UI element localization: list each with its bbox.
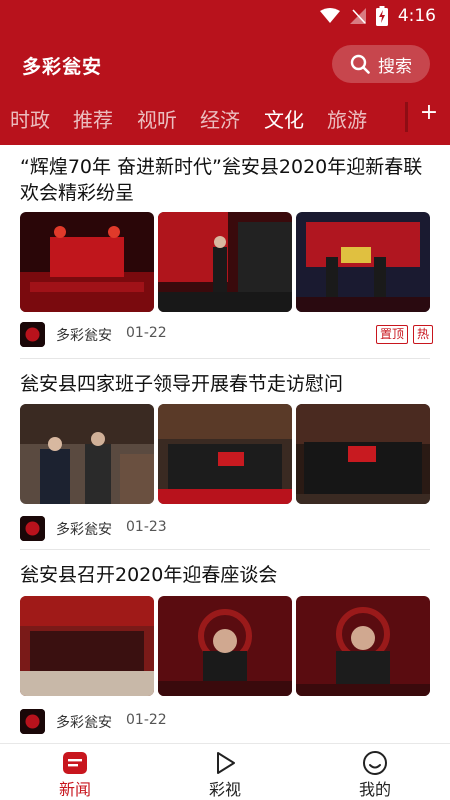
tab-shiting[interactable]: 视听 xyxy=(137,104,177,133)
article-date: 01-22 xyxy=(126,712,167,728)
search-label: 搜索 xyxy=(378,56,412,77)
tab-shizheng[interactable]: 时政 xyxy=(10,104,50,133)
article-meta: 多彩瓮安 01-22 xyxy=(20,709,430,735)
article-image[interactable] xyxy=(158,212,292,312)
article-thumbnails[interactable] xyxy=(20,404,430,504)
tab-jingji[interactable]: 经济 xyxy=(200,104,240,133)
play-icon xyxy=(217,752,235,774)
status-bar: 4:16 xyxy=(0,0,450,32)
tabs-divider xyxy=(405,102,408,132)
app-title: 多彩瓮安 xyxy=(22,56,103,78)
article-source: 多彩瓮安 xyxy=(56,328,112,344)
article-thumbnails[interactable] xyxy=(20,596,430,696)
article-image[interactable] xyxy=(296,212,430,312)
article-title[interactable]: 瓮安县四家班子领导开展春节走访慰问 xyxy=(20,371,432,397)
article-thumbnails[interactable] xyxy=(20,212,430,312)
smiley-icon xyxy=(363,751,387,775)
tab-wenhua[interactable]: 文化 xyxy=(264,104,304,133)
article-source: 多彩瓮安 xyxy=(56,715,112,731)
article-meta: 多彩瓮安 01-22 置顶 热 xyxy=(20,322,434,348)
nav-mine[interactable]: 我的 xyxy=(300,744,450,800)
nav-video-label: 彩视 xyxy=(208,780,241,799)
article-image[interactable] xyxy=(158,404,292,504)
hot-badge: 热 xyxy=(413,325,434,344)
search-icon xyxy=(350,54,370,74)
article-title[interactable]: “辉煌70年 奋进新时代”瓮安县2020年迎新春联欢会精彩纷呈 xyxy=(20,154,432,206)
article-date: 01-23 xyxy=(126,519,167,535)
add-tab-button[interactable]: + xyxy=(417,100,441,125)
article-image[interactable] xyxy=(20,404,154,504)
article-image[interactable] xyxy=(20,596,154,696)
news-icon xyxy=(63,752,87,774)
status-time: 4:16 xyxy=(397,6,436,26)
article-meta: 多彩瓮安 01-23 xyxy=(20,516,430,542)
tab-lvyou[interactable]: 旅游 xyxy=(327,104,367,133)
no-signal-icon xyxy=(349,8,366,24)
nav-mine-label: 我的 xyxy=(358,780,391,799)
nav-news[interactable]: 新闻 xyxy=(0,744,150,800)
article-image[interactable] xyxy=(296,596,430,696)
category-tabs: 时政 推荐 视听 经济 文化 旅游 + xyxy=(0,96,450,140)
news-article[interactable]: 瓮安县召开2020年迎春座谈会 多彩瓮安 01-22 xyxy=(0,550,450,743)
article-source: 多彩瓮安 xyxy=(56,522,112,538)
source-avatar xyxy=(20,322,45,347)
article-image[interactable] xyxy=(296,404,430,504)
tab-tuijian[interactable]: 推荐 xyxy=(73,104,113,133)
app-header: 4:16 多彩瓮安 搜索 时政 推荐 视听 经济 文化 旅游 + xyxy=(0,0,450,145)
wifi-icon xyxy=(319,8,340,23)
article-image[interactable] xyxy=(158,596,292,696)
article-title[interactable]: 瓮安县召开2020年迎春座谈会 xyxy=(20,562,432,588)
bottom-navigation: 新闻 彩视 我的 xyxy=(0,743,450,800)
source-avatar xyxy=(20,516,45,541)
news-feed[interactable]: “辉煌70年 奋进新时代”瓮安县2020年迎新春联欢会精彩纷呈 多彩瓮安 01-… xyxy=(0,145,450,743)
nav-video[interactable]: 彩视 xyxy=(150,744,300,800)
article-image[interactable] xyxy=(20,212,154,312)
news-article[interactable]: 瓮安县四家班子领导开展春节走访慰问 多彩瓮安 01-23 xyxy=(0,359,450,549)
nav-news-label: 新闻 xyxy=(58,780,91,799)
news-article[interactable]: “辉煌70年 奋进新时代”瓮安县2020年迎新春联欢会精彩纷呈 多彩瓮安 01-… xyxy=(0,145,450,355)
search-button[interactable]: 搜索 xyxy=(332,45,430,83)
pinned-badge: 置顶 xyxy=(376,325,409,344)
source-avatar xyxy=(20,709,45,734)
battery-charging-icon xyxy=(375,6,388,26)
article-date: 01-22 xyxy=(126,325,167,341)
